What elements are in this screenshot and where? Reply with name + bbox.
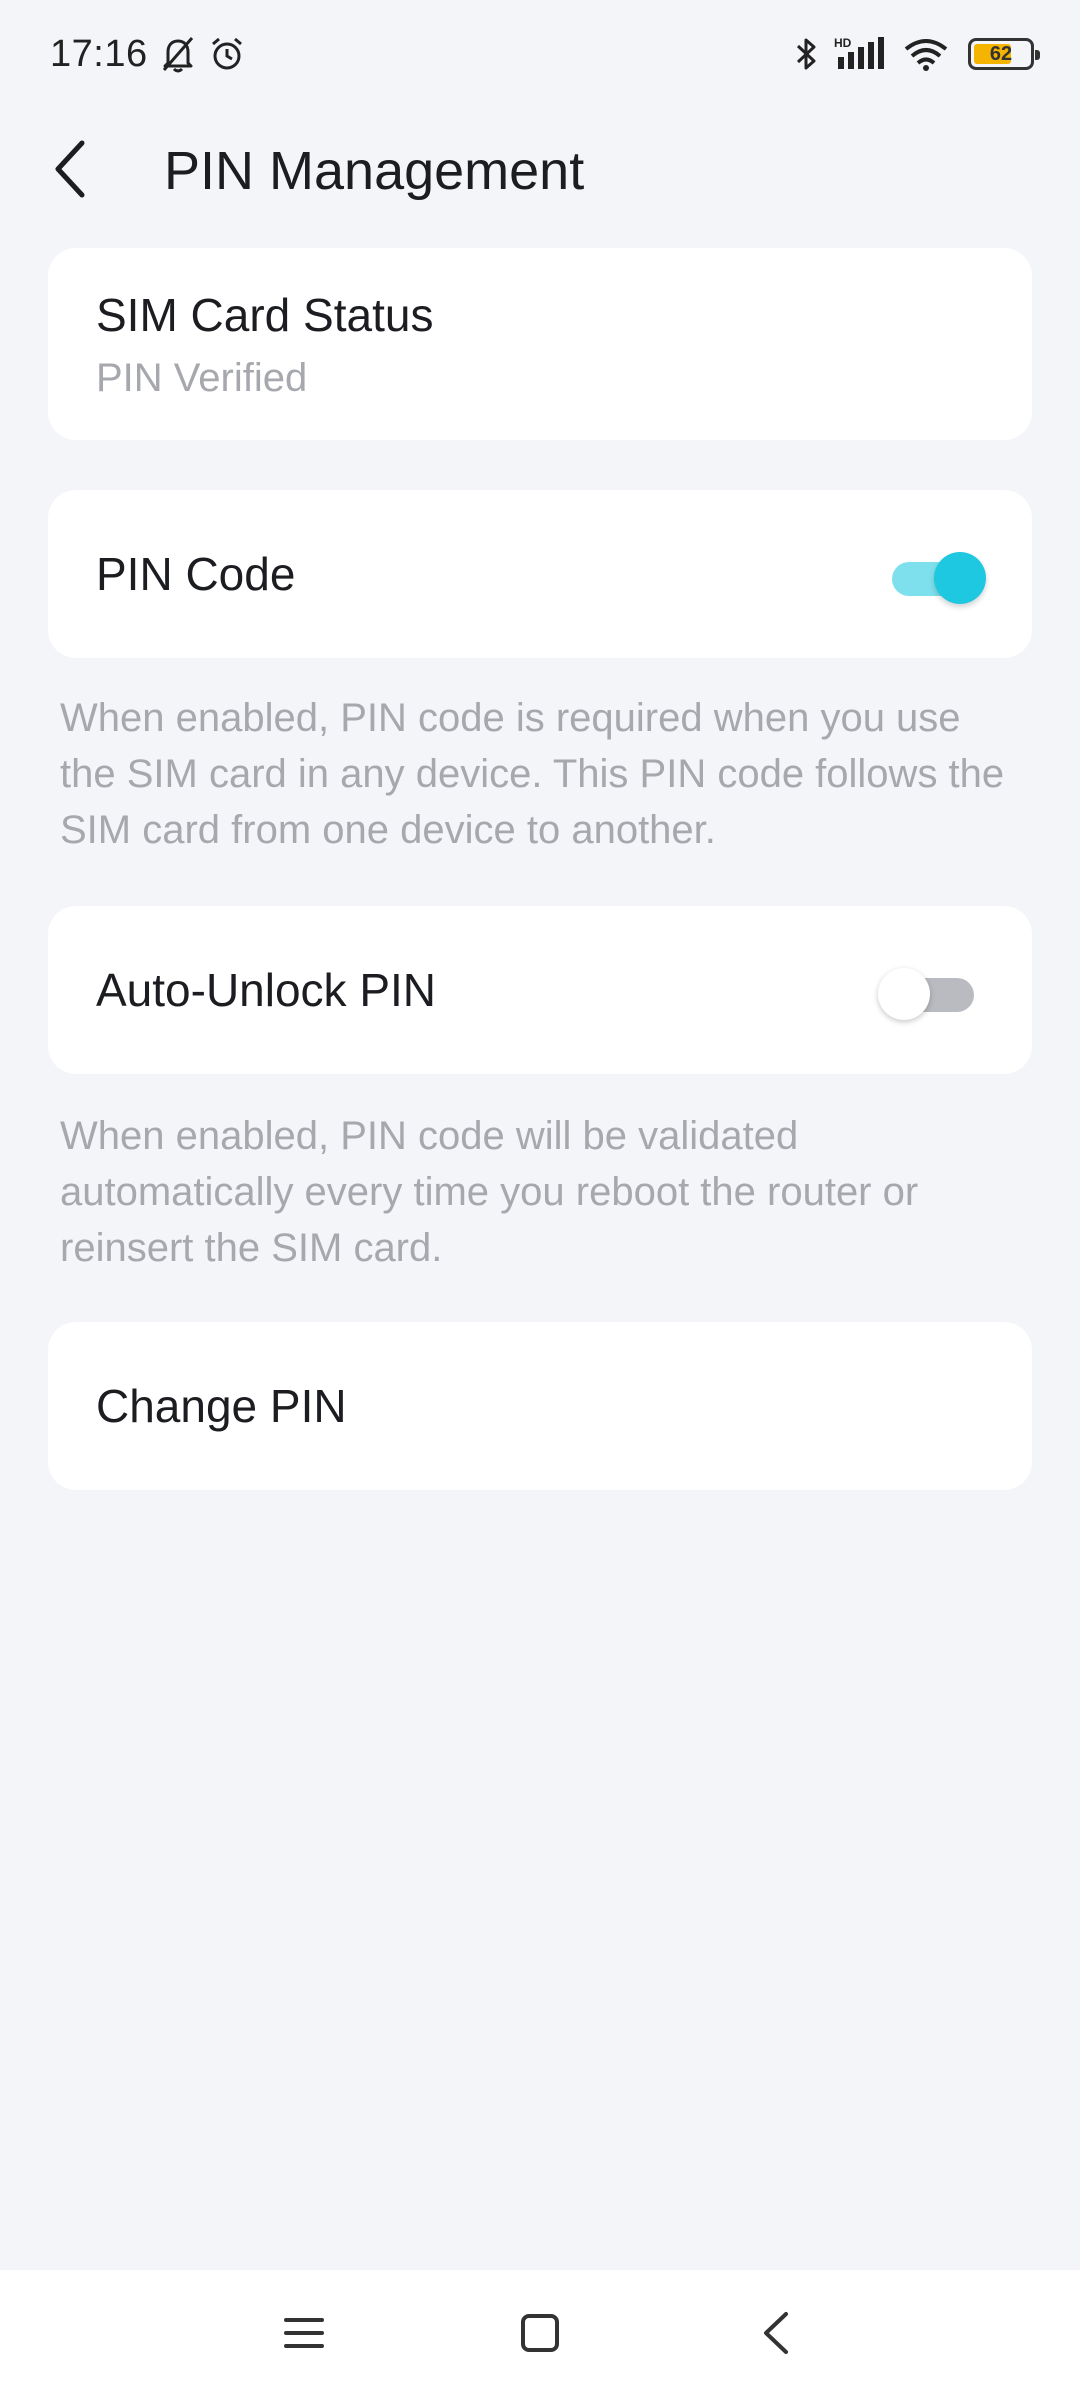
toggle-thumb bbox=[878, 968, 930, 1020]
back-triangle-icon bbox=[760, 2310, 792, 2361]
status-bar: 17:16 HD 62 bbox=[0, 0, 1080, 108]
auto-unlock-row: Auto-Unlock PIN bbox=[96, 906, 984, 1074]
menu-button[interactable] bbox=[186, 2270, 422, 2400]
back-button[interactable] bbox=[12, 118, 132, 224]
battery-level: 62 bbox=[989, 42, 1013, 65]
signal-hd-icon: HD bbox=[834, 35, 890, 73]
sim-status-card: SIM Card Status PIN Verified bbox=[48, 248, 1032, 440]
change-pin-label: Change PIN bbox=[96, 1380, 347, 1432]
auto-unlock-label: Auto-Unlock PIN bbox=[96, 964, 437, 1016]
pin-code-label: PIN Code bbox=[96, 548, 296, 600]
auto-unlock-description: When enabled, PIN code will be validated… bbox=[60, 1114, 919, 1270]
page-title: PIN Management bbox=[164, 141, 585, 201]
home-square-icon bbox=[519, 2312, 561, 2359]
pin-code-card: PIN Code bbox=[48, 490, 1032, 658]
status-left: 17:16 bbox=[50, 33, 246, 76]
pin-code-row: PIN Code bbox=[96, 490, 986, 658]
system-nav-bar bbox=[0, 2270, 1080, 2400]
battery-icon: 62 bbox=[968, 38, 1040, 70]
wifi-icon bbox=[902, 35, 950, 73]
auto-unlock-toggle[interactable] bbox=[878, 960, 984, 1020]
status-time: 17:16 bbox=[50, 32, 148, 75]
alarm-clock-icon bbox=[208, 35, 246, 73]
bluetooth-icon bbox=[792, 35, 822, 73]
auto-unlock-card: Auto-Unlock PIN bbox=[48, 906, 1032, 1074]
home-button[interactable] bbox=[422, 2270, 658, 2400]
back-nav-button[interactable] bbox=[658, 2270, 894, 2400]
sim-status-title: SIM Card Status bbox=[96, 288, 434, 341]
pin-code-toggle[interactable] bbox=[888, 544, 986, 604]
chevron-left-icon bbox=[52, 139, 92, 204]
menu-icon bbox=[283, 2315, 325, 2356]
screen: 17:16 HD 62 PIN Management SIM Card Stat… bbox=[0, 0, 1080, 2400]
hd-label: HD bbox=[834, 36, 852, 50]
change-pin-button[interactable]: Change PIN bbox=[48, 1322, 1032, 1490]
header: PIN Management bbox=[0, 118, 1080, 224]
status-right: HD 62 bbox=[792, 35, 1040, 73]
bell-muted-icon bbox=[160, 35, 196, 73]
pin-code-description: When enabled, PIN code is required when … bbox=[60, 696, 1005, 852]
sim-status-value: PIN Verified bbox=[96, 355, 308, 400]
toggle-thumb bbox=[934, 552, 986, 604]
